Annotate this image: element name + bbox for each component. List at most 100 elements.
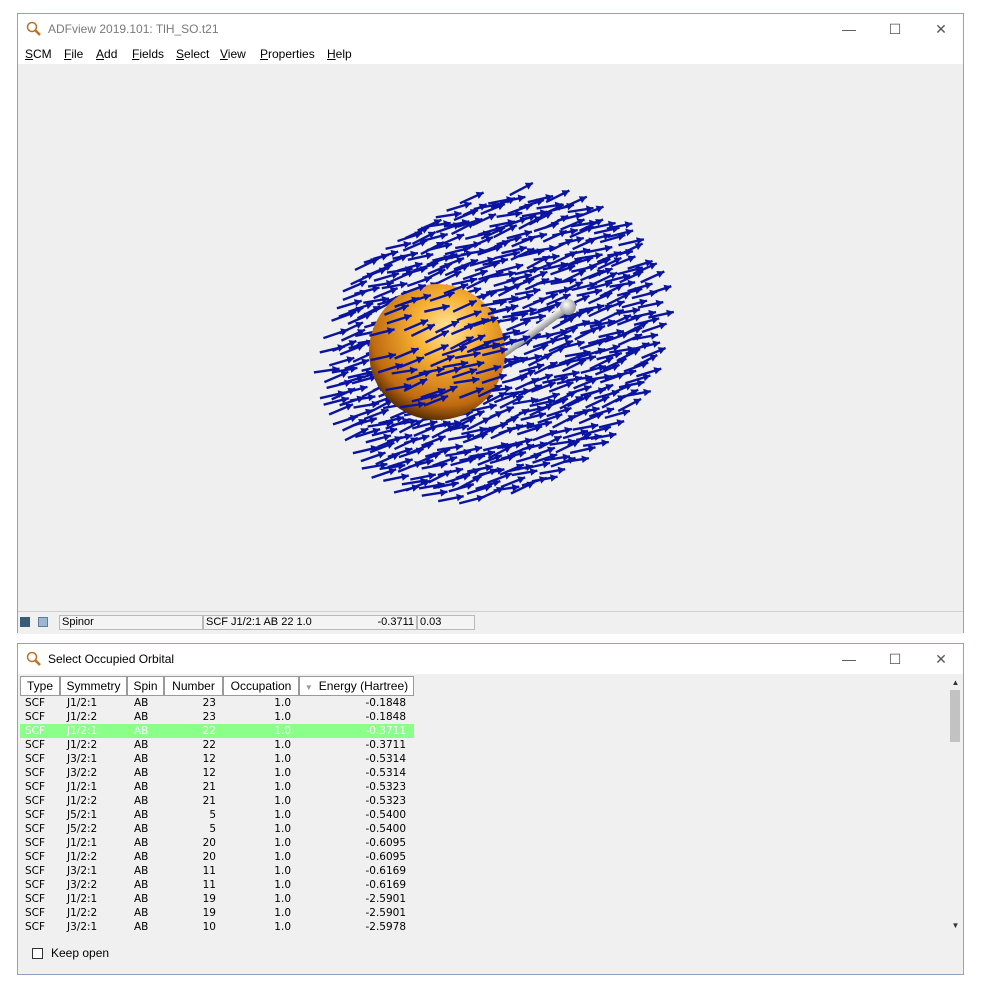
menu-file[interactable]: File	[64, 47, 83, 61]
table-cell: 21	[202, 781, 216, 793]
orbital-maximize-button[interactable]: ☐	[872, 644, 918, 674]
scroll-up-arrow-icon[interactable]: ▲	[948, 676, 963, 690]
table-cell: 22	[202, 725, 216, 737]
contour-value-input[interactable]: 0.03	[417, 615, 475, 630]
table-row[interactable]: SCF J1/2:1 AB 22 1.0 -0.3711	[20, 724, 414, 738]
spinor-arrow	[634, 340, 661, 350]
table-row[interactable]: SCF J5/2:2 AB 5 1.0 -0.5400	[20, 822, 948, 836]
visibility-toggle-icon[interactable]	[38, 617, 48, 627]
orbital-table[interactable]: Type Symmetry Spin Number Occupation ▼ En…	[20, 676, 948, 933]
menu-view-accel: V	[220, 47, 228, 61]
table-row[interactable]: SCF J1/2:1 AB 21 1.0 -0.5323	[20, 780, 948, 794]
table-cell: 19	[202, 907, 216, 919]
table-cell: 11	[202, 865, 216, 877]
table-cell: SCF	[25, 795, 46, 807]
orbital-window-title: Select Occupied Orbital	[48, 652, 175, 666]
table-row[interactable]: SCF J1/2:2 AB 19 1.0 -2.5901	[20, 906, 948, 920]
table-row[interactable]: SCF J1/2:2 AB 23 1.0 -0.1848	[20, 710, 948, 724]
menu-scm[interactable]: SCM	[25, 47, 52, 61]
spinor-arrow	[354, 285, 380, 296]
table-cell: -0.3711	[365, 725, 406, 737]
orbital-minimize-button[interactable]: —	[826, 644, 872, 674]
spinor-arrow	[521, 476, 548, 487]
close-button[interactable]: ✕	[918, 14, 964, 44]
color-toggle-icon[interactable]	[20, 617, 30, 627]
table-cell: -0.5323	[365, 781, 406, 793]
table-cell: AB	[134, 921, 149, 933]
table-cell: SCF	[25, 809, 46, 821]
table-row[interactable]: SCF J3/2:2 AB 12 1.0 -0.5314	[20, 766, 948, 780]
menu-help[interactable]: Help	[327, 47, 352, 61]
table-cell: AB	[134, 795, 149, 807]
table-cell: 1.0	[274, 767, 291, 779]
col-header-type[interactable]: Type	[20, 676, 60, 696]
main-titlebar[interactable]: ADFview 2019.101: TlH_SO.t21 — ☐ ✕	[18, 14, 963, 44]
spinor-arrow	[360, 451, 386, 463]
table-row[interactable]: SCF J1/2:2 AB 22 1.0 -0.3711	[20, 738, 948, 752]
table-row[interactable]: SCF J1/2:2 AB 20 1.0 -0.6095	[20, 850, 948, 864]
menu-fields-label: ields	[139, 47, 165, 61]
table-cell: J1/2:1	[67, 781, 98, 793]
menu-add-accel: A	[96, 47, 105, 61]
table-cell: 11	[202, 879, 216, 891]
table-row[interactable]: SCF J3/2:1 AB 10 1.0 -2.5978	[20, 920, 948, 933]
spinor-arrow	[586, 244, 613, 254]
orbital-label: SCF J1/2:1 AB 22 1.0	[206, 616, 312, 628]
table-cell: J3/2:2	[67, 767, 98, 779]
maximize-button[interactable]: ☐	[872, 14, 918, 44]
table-cell: J3/2:2	[67, 879, 98, 891]
orbital-energy: -0.3711	[377, 616, 415, 628]
scroll-down-arrow-icon[interactable]: ▼	[948, 919, 963, 933]
keep-open-option[interactable]: Keep open	[32, 946, 109, 960]
orbital-close-button[interactable]: ✕	[918, 644, 964, 674]
table-cell: 1.0	[274, 739, 291, 751]
hydrogen-atom	[560, 299, 576, 315]
menu-view[interactable]: View	[220, 47, 246, 61]
table-cell: J3/2:1	[67, 753, 98, 765]
statusbar: Spinor SCF J1/2:1 AB 22 1.0 -0.3711 0.03	[18, 611, 963, 634]
field-name-display[interactable]: Spinor	[59, 615, 203, 630]
table-cell: -0.6095	[365, 837, 406, 849]
menu-fields[interactable]: Fields	[132, 47, 164, 61]
table-row[interactable]: SCF J1/2:2 AB 21 1.0 -0.5323	[20, 794, 948, 808]
spinor-arrow	[336, 299, 363, 310]
table-cell: J1/2:1	[67, 697, 98, 709]
orbital-titlebar[interactable]: Select Occupied Orbital — ☐ ✕	[18, 644, 963, 674]
col-header-number[interactable]: Number	[164, 676, 223, 696]
table-row[interactable]: SCF J3/2:2 AB 11 1.0 -0.6169	[20, 878, 948, 892]
col-header-energy-label: Energy (Hartree)	[318, 679, 409, 693]
orbital-display[interactable]: SCF J1/2:1 AB 22 1.0 -0.3711	[203, 615, 417, 630]
table-row[interactable]: SCF J1/2:1 AB 23 1.0 -0.1848	[20, 696, 948, 710]
vertical-scrollbar[interactable]: ▲ ▼	[948, 676, 963, 933]
spinor-arrow	[646, 284, 672, 296]
table-cell: 1.0	[274, 907, 291, 919]
spinor-arrow	[446, 201, 472, 212]
col-header-occupation[interactable]: Occupation	[223, 676, 299, 696]
menu-add[interactable]: Add	[96, 47, 117, 61]
table-row[interactable]: SCF J1/2:1 AB 19 1.0 -2.5901	[20, 892, 948, 906]
menu-select[interactable]: Select	[176, 47, 209, 61]
minimize-button[interactable]: —	[826, 14, 872, 44]
menu-properties-accel: P	[260, 47, 269, 61]
col-header-symmetry[interactable]: Symmetry	[60, 676, 127, 696]
molecule-scene[interactable]	[18, 64, 963, 611]
table-row[interactable]: SCF J3/2:1 AB 11 1.0 -0.6169	[20, 864, 948, 878]
adf-app-icon	[26, 651, 41, 666]
scroll-thumb[interactable]	[950, 690, 960, 742]
menu-help-accel: H	[327, 47, 336, 61]
table-cell: 1.0	[274, 753, 291, 765]
table-cell: 1.0	[274, 851, 291, 863]
col-header-spin[interactable]: Spin	[127, 676, 164, 696]
table-row[interactable]: SCF J5/2:1 AB 5 1.0 -0.5400	[20, 808, 948, 822]
keep-open-label: Keep open	[51, 946, 110, 960]
table-row[interactable]: SCF J3/2:1 AB 12 1.0 -0.5314	[20, 752, 948, 766]
table-cell: SCF	[25, 739, 46, 751]
keep-open-checkbox[interactable]	[32, 947, 43, 959]
col-header-energy[interactable]: ▼ Energy (Hartree)	[299, 676, 414, 696]
table-row[interactable]: SCF J1/2:1 AB 20 1.0 -0.6095	[20, 836, 948, 850]
table-cell: SCF	[25, 921, 46, 933]
table-cell: -2.5901	[365, 907, 406, 919]
menu-properties[interactable]: Properties	[260, 47, 315, 61]
3d-viewport[interactable]	[18, 64, 963, 611]
table-cell: J1/2:1	[67, 893, 98, 905]
